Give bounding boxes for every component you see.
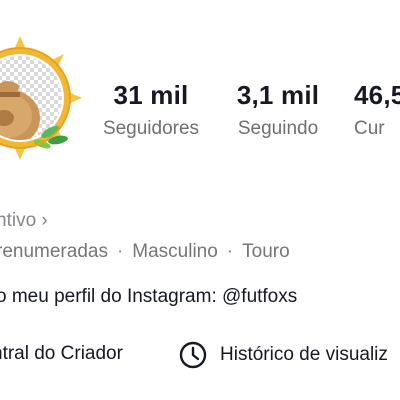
watch-history-button[interactable]: Histórico de visualiz <box>178 340 388 370</box>
creator-center-button[interactable]: ntral do Criador <box>0 340 123 368</box>
creator-center-label: ntral do Criador <box>0 343 123 364</box>
incentive-label: ntivo <box>0 210 37 231</box>
following-label: Seguindo <box>237 118 319 139</box>
avatar[interactable] <box>0 36 82 160</box>
tag-item: Masculino <box>132 241 218 262</box>
incentive-link[interactable]: ntivo › <box>0 208 48 234</box>
following-count: 3,1 mil <box>236 80 320 110</box>
likes-label: Cur <box>354 118 385 139</box>
tag-separator: · <box>116 241 124 262</box>
followers-count: 31 mil <box>113 80 189 110</box>
clock-icon <box>178 340 208 370</box>
followers-label: Seguidores <box>102 118 200 139</box>
profile-page: 31 mil Seguidores 3,1 mil Seguindo 46,5 … <box>0 0 400 400</box>
following-stat[interactable]: 3,1 mil Seguindo <box>230 78 326 142</box>
followers-stat[interactable]: 31 mil Seguidores <box>98 78 204 142</box>
likes-stat[interactable]: 46,5 Cur <box>354 78 400 142</box>
chevron-right-icon: › <box>41 210 48 231</box>
likes-count: 46,5 <box>354 80 400 110</box>
profile-bio: o meu perfil do Instagram: @futfoxs <box>0 286 298 307</box>
tag-separator: · <box>226 241 234 262</box>
avatar-frame-icon <box>0 36 82 160</box>
watch-history-label: Histórico de visualiz <box>220 344 388 365</box>
profile-tags: renumeradas · Masculino · Touro <box>0 239 290 265</box>
tag-item: renumeradas <box>0 241 108 262</box>
tag-item: Touro <box>242 241 290 262</box>
